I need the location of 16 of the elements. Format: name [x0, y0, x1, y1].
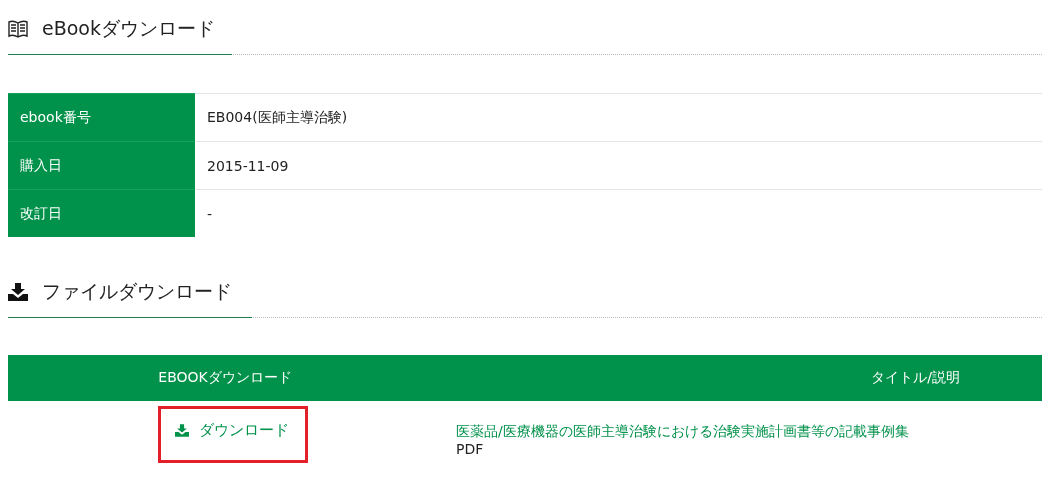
download-icon: [175, 424, 189, 437]
table-cell: -: [195, 189, 1042, 237]
section-title: eBookダウンロード: [42, 16, 215, 41]
file-format: PDF: [456, 441, 485, 457]
document-title-link[interactable]: 医薬品/医療機器の医師主導治験における治験実施計画書等の記載事例集: [456, 423, 909, 441]
table-cell: 2015-11-09: [195, 141, 1042, 190]
section-title: ファイルダウンロード: [42, 279, 232, 304]
table-cell: ebook番号: [8, 93, 195, 142]
column-header: EBOOKダウンロード: [157, 369, 293, 387]
table-cell: EB004(医師主導治験): [195, 93, 1042, 142]
download-icon: [8, 283, 28, 301]
open-book-icon: [8, 20, 28, 38]
table-cell: 改訂日: [8, 189, 195, 237]
download-link[interactable]: ダウンロード: [158, 406, 308, 463]
column-header: タイトル/説明: [870, 369, 961, 387]
table-cell: 購入日: [8, 141, 195, 190]
